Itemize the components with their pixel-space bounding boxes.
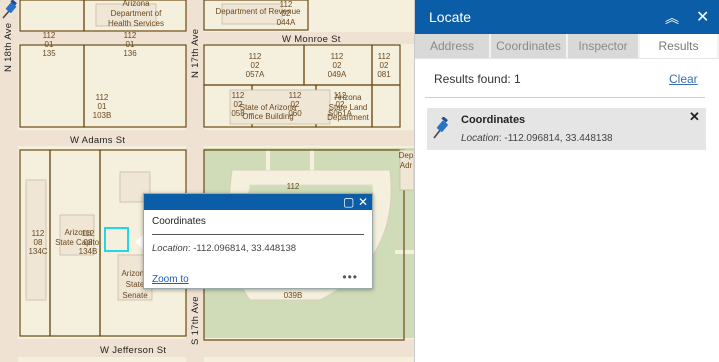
maximize-icon[interactable]: ▢ [343,195,354,209]
street-label: W Jefferson St [100,345,166,356]
building-label: Department of Revenue [216,7,301,16]
selected-location-highlight [104,227,129,252]
clear-link[interactable]: Clear [669,72,698,86]
zoom-to-link[interactable]: Zoom to [152,274,189,285]
parcel-label: 039B [284,291,303,300]
popup-title: Coordinates [152,216,206,227]
pushpin-icon[interactable] [0,0,20,20]
tab-results[interactable]: Results [640,34,719,58]
tab-bar: Address Coordinates Inspector Results [415,34,719,59]
building-label: Dep Adr [399,151,414,170]
map-view[interactable]: 112 01 135 112 01 136 112 02 057A 112 02 049A 11… [0,0,414,362]
double-chevron-up-icon[interactable]: ︽ [665,8,679,28]
building-label: State of Arizona Office Building [240,103,297,121]
street-label: S 17th Ave [190,296,201,345]
more-icon[interactable]: ••• [342,270,358,284]
locate-panel: Locate ︽ ✕ Address Coordinates Inspector… [414,0,719,362]
pushpin-icon [433,117,448,139]
street-label: N 18th Ave [3,23,14,72]
results-count: Results found: 1 [434,72,521,86]
popup-divider [152,234,364,235]
popup-header: ▢ ✕ [144,194,372,210]
coordinates-popup: ▢ ✕ Coordinates Location: -112.096814, 3… [143,193,373,289]
parcel-label: 112 [287,182,300,191]
result-item[interactable]: Coordinates Location: -112.096814, 33.44… [427,108,706,150]
close-icon[interactable]: ✕ [689,109,700,125]
popup-location: Location: -112.096814, 33.448138 [152,243,297,254]
street-label: W Monroe St [282,34,341,45]
tab-address[interactable]: Address [415,34,491,58]
panel-header: Locate ︽ ✕ [415,0,719,34]
street-label: W Adams St [70,135,125,146]
panel-title: Locate [429,9,472,25]
result-location: Location: -112.096814, 33.448138 [461,133,613,144]
street-label: N 17th Ave [190,29,201,78]
close-icon[interactable]: ✕ [696,7,709,27]
close-icon[interactable]: ✕ [358,195,368,209]
tab-inspector[interactable]: Inspector [568,34,640,58]
results-divider [425,97,705,98]
result-title: Coordinates [461,114,526,126]
tab-coordinates[interactable]: Coordinates [491,34,568,58]
